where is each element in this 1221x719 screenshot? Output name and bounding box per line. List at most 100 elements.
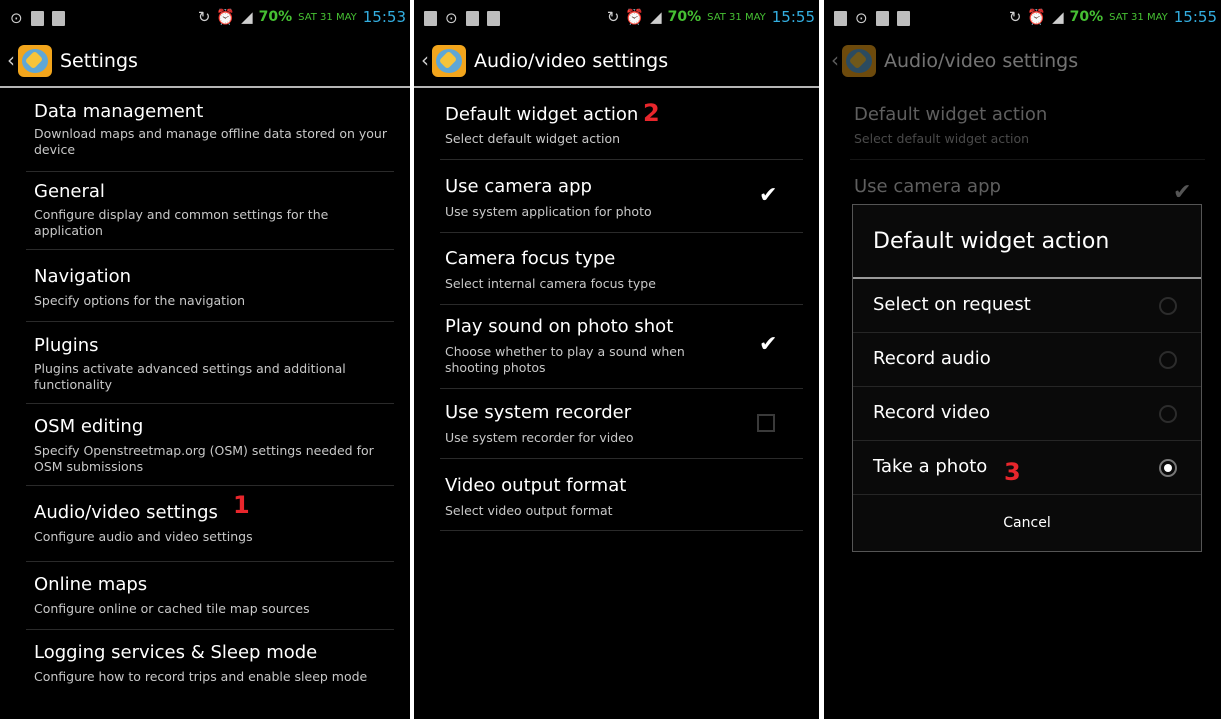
item-summary: Specify options for the navigation <box>34 293 246 308</box>
setting-video-output-format[interactable]: Video output format Select video output … <box>414 459 819 531</box>
action-bar[interactable]: ‹ Settings <box>0 36 410 86</box>
settings-item-data-management[interactable]: Data management Download maps and manage… <box>0 88 410 172</box>
setting-use-camera-app[interactable]: Use camera app Use system application fo… <box>414 160 819 233</box>
item-summary: Select default widget action <box>854 131 1030 146</box>
item-title: Logging services & Sleep mode <box>34 642 318 663</box>
option-label: Take a photo <box>873 456 988 477</box>
sim-icon <box>875 10 889 26</box>
setting-play-sound-on-photo[interactable]: Play sound on photo shot Choose whether … <box>414 305 819 389</box>
item-title: Default widget action <box>854 104 1048 125</box>
step-number: 2 <box>643 99 660 127</box>
widget-action-dialog: Default widget action Select on request … <box>852 204 1202 552</box>
sim-icon <box>30 10 44 26</box>
sd-card-icon <box>486 10 500 26</box>
item-title: Video output format <box>445 475 627 496</box>
status-bar: ⊙ ↻ ⏰ ◢ 70% SAT 31 MAY 15:53 <box>0 0 410 36</box>
checkmark-icon: ✔ <box>1173 180 1192 205</box>
item-summary: Download maps and manage offline data st… <box>34 126 387 157</box>
status-time: 15:55 <box>1173 8 1217 26</box>
settings-item-general[interactable]: General Configure display and common set… <box>0 172 410 250</box>
back-chevron-icon[interactable]: ‹ <box>421 49 429 71</box>
step-number: 1 <box>233 491 250 519</box>
app-logo-icon[interactable] <box>18 45 52 77</box>
alarm-icon: ⏰ <box>625 8 645 26</box>
audio-video-settings-screen: ⊙ ↻ ⏰ ◢ 70% SAT 31 MAY 15:55 ‹ Audio/vid… <box>414 0 819 719</box>
status-time: 15:55 <box>771 8 815 26</box>
settings-screen: ⊙ ↻ ⏰ ◢ 70% SAT 31 MAY 15:53 ‹ Settings … <box>0 0 410 719</box>
sync-icon: ↻ <box>197 8 211 26</box>
checkmark-icon: ✔ <box>759 183 778 208</box>
item-title: Default widget action <box>445 104 639 125</box>
settings-item-osm-editing[interactable]: OSM editing Specify Openstreetmap.org (O… <box>0 404 410 486</box>
use-system-recorder-checkbox[interactable] <box>757 414 775 432</box>
item-summary: Select video output format <box>445 503 613 518</box>
screenshot-icon <box>424 10 437 26</box>
radio-button[interactable] <box>1159 405 1177 423</box>
action-bar: ‹ Audio/video settings <box>824 36 1221 86</box>
sd-card-icon <box>51 10 65 26</box>
status-date: SAT 31 MAY <box>1109 11 1168 23</box>
option-label: Record audio <box>873 348 991 369</box>
radio-button[interactable] <box>1159 297 1177 315</box>
settings-item-audio-video[interactable]: Audio/video settings Configure audio and… <box>0 486 410 562</box>
item-title: Use camera app <box>445 176 592 197</box>
option-label: Select on request <box>873 294 1031 315</box>
settings-item-plugins[interactable]: Plugins Plugins activate advanced settin… <box>0 322 410 404</box>
item-title: Use camera app <box>854 176 1001 197</box>
use-camera-app-checkbox[interactable]: ✔ <box>757 183 779 209</box>
back-chevron-icon[interactable]: ‹ <box>7 49 15 71</box>
sync-icon: ↻ <box>1008 8 1022 26</box>
item-summary: Select default widget action <box>445 131 621 146</box>
item-summary: Plugins activate advanced settings and a… <box>34 361 346 392</box>
sd-card-icon <box>896 10 910 26</box>
option-record-audio[interactable]: Record audio <box>853 333 1201 387</box>
sync-icon: ↻ <box>606 8 620 26</box>
alarm-icon: ⏰ <box>216 8 236 26</box>
battery-level: 70% <box>258 9 293 25</box>
status-date: SAT 31 MAY <box>298 11 357 23</box>
cancel-button[interactable]: Cancel <box>853 515 1201 531</box>
item-title: Play sound on photo shot <box>445 316 674 337</box>
app-logo-icon[interactable] <box>432 45 466 77</box>
action-bar[interactable]: ‹ Audio/video settings <box>414 36 819 86</box>
app-logo-icon <box>842 45 876 77</box>
setting-default-widget-action[interactable]: Default widget action Select default wid… <box>414 88 819 160</box>
item-summary: Choose whether to play a sound when shoo… <box>445 344 685 375</box>
divider <box>853 494 1201 495</box>
settings-item-online-maps[interactable]: Online maps Configure online or cached t… <box>0 562 410 630</box>
item-title: Navigation <box>34 266 132 287</box>
step-number: 3 <box>1004 458 1021 486</box>
status-time: 15:53 <box>362 8 406 26</box>
dialog-title: Default widget action <box>873 229 1110 254</box>
item-summary: Configure display and common settings fo… <box>34 207 329 238</box>
option-take-a-photo[interactable]: Take a photo <box>853 441 1201 495</box>
status-date: SAT 31 MAY <box>707 11 766 23</box>
item-summary: Use system recorder for video <box>445 430 634 445</box>
notification-icon: ⊙ <box>10 9 23 27</box>
settings-item-logging[interactable]: Logging services & Sleep mode Configure … <box>0 630 410 719</box>
settings-item-navigation[interactable]: Navigation Specify options for the navig… <box>0 250 410 322</box>
notification-icon: ⊙ <box>855 9 868 27</box>
item-title: Plugins <box>34 335 99 356</box>
status-bar: ⊙ ↻ ⏰ ◢ 70% SAT 31 MAY 15:55 <box>414 0 819 36</box>
battery-level: 70% <box>667 9 702 25</box>
screenshot-icon <box>834 10 847 26</box>
option-select-on-request[interactable]: Select on request <box>853 279 1201 333</box>
item-title: Audio/video settings <box>34 502 218 523</box>
back-chevron-icon: ‹ <box>831 48 839 72</box>
option-record-video[interactable]: Record video <box>853 387 1201 441</box>
item-title: General <box>34 181 105 202</box>
setting-camera-focus-type[interactable]: Camera focus type Select internal camera… <box>414 233 819 305</box>
battery-level: 70% <box>1069 9 1104 25</box>
setting-default-widget-action: Default widget action Select default wid… <box>824 88 1221 160</box>
page-title: Audio/video settings <box>474 50 669 72</box>
radio-button-selected[interactable] <box>1159 459 1177 477</box>
item-summary: Configure audio and video settings <box>34 529 253 544</box>
option-label: Record video <box>873 402 991 423</box>
page-title: Settings <box>60 50 138 72</box>
item-summary: Configure online or cached tile map sour… <box>34 601 310 616</box>
play-sound-checkbox[interactable]: ✔ <box>757 332 779 358</box>
setting-use-system-recorder[interactable]: Use system recorder Use system recorder … <box>414 389 819 459</box>
radio-button[interactable] <box>1159 351 1177 369</box>
item-summary: Select internal camera focus type <box>445 276 656 291</box>
